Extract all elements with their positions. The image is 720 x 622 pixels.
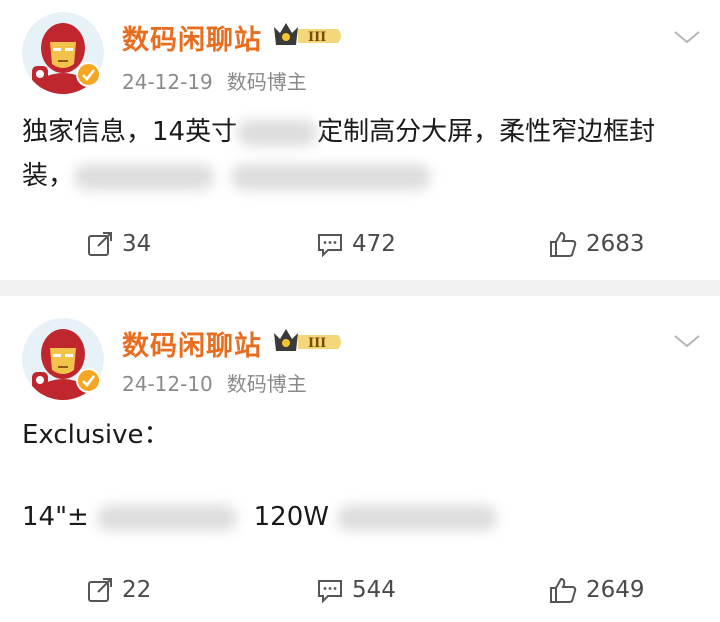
comment-icon xyxy=(318,234,342,258)
share-button[interactable]: 22 xyxy=(86,570,151,610)
repost-count: 22 xyxy=(122,577,152,603)
verified-badge-icon xyxy=(76,62,101,87)
redacted-text xyxy=(97,504,238,531)
post-meta: 24-12-19 数码博主 xyxy=(122,66,307,95)
comment-count: 544 xyxy=(352,577,396,603)
chevron-down-icon[interactable] xyxy=(672,28,702,46)
crown-icon: III xyxy=(272,19,344,53)
post-text: 14"± xyxy=(22,502,89,532)
comment-button[interactable]: 544 xyxy=(316,570,396,610)
repost-count: 34 xyxy=(122,231,152,257)
post-card: 数码闲聊站 III 24-12-19 数码博主 独家信息，14英寸 定制高分大屏，柔… xyxy=(0,0,720,280)
comment-icon xyxy=(318,580,342,604)
username[interactable]: 数码闲聊站 xyxy=(122,324,262,363)
share-icon xyxy=(88,232,112,256)
author-role: 数码博主 xyxy=(226,372,307,396)
comment-button[interactable]: 472 xyxy=(316,224,396,264)
username[interactable]: 数码闲聊站 xyxy=(122,18,262,57)
post-text: 装， xyxy=(22,161,75,191)
like-count: 2649 xyxy=(586,577,645,603)
redacted-text xyxy=(237,119,318,146)
comment-count: 472 xyxy=(352,231,396,257)
like-count: 2683 xyxy=(586,231,645,257)
action-bar: 34 472 2683 xyxy=(0,224,720,264)
post-content: 14"± 120W xyxy=(22,502,498,532)
post-content: 独家信息，14英寸 定制高分大屏，柔性窄边框封 装， xyxy=(22,110,702,198)
post-text: Exclusive： xyxy=(22,420,170,450)
post-text: 120W xyxy=(253,502,329,532)
share-button[interactable]: 34 xyxy=(86,224,151,264)
post-date: 24-12-19 xyxy=(122,70,213,94)
share-icon xyxy=(88,578,112,602)
post-card: 数码闲聊站 III 24-12-10 数码博主 Exclusive： 14"± 1… xyxy=(0,296,720,622)
post-meta: 24-12-10 数码博主 xyxy=(122,368,307,397)
redacted-text xyxy=(74,163,215,190)
like-button[interactable]: 2683 xyxy=(548,224,645,264)
action-bar: 22 544 2649 xyxy=(0,570,720,610)
post-date: 24-12-10 xyxy=(122,372,213,396)
level-badge: III xyxy=(308,30,326,45)
redacted-text xyxy=(230,163,431,190)
post-text: 定制高分大屏，柔性窄边框封 xyxy=(317,117,656,147)
post-text: 独家信息，14英寸 xyxy=(22,117,238,147)
level-badge: III xyxy=(308,336,326,351)
redacted-text xyxy=(337,504,498,531)
verified-badge-icon xyxy=(76,368,101,393)
chevron-down-icon[interactable] xyxy=(672,332,702,350)
thumbs-up-icon xyxy=(550,577,577,603)
author-role: 数码博主 xyxy=(226,70,307,94)
like-button[interactable]: 2649 xyxy=(548,570,645,610)
thumbs-up-icon xyxy=(550,231,577,257)
crown-icon: III xyxy=(272,325,344,359)
